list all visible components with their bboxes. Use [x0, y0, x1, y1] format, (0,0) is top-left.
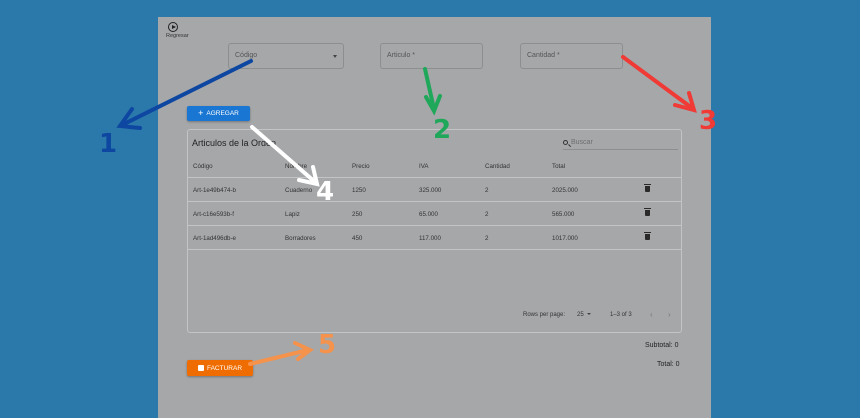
plus-icon: +	[198, 108, 204, 118]
cell-codigo: Art-1e49b474-b	[193, 187, 236, 194]
column-header[interactable]: Precio	[352, 163, 370, 170]
annotation-number-4: 4	[316, 177, 335, 207]
cell-codigo: Art-1ad496db-e	[193, 235, 236, 242]
cell-iva: 117.000	[419, 235, 441, 242]
delete-icon[interactable]	[644, 208, 651, 216]
annotation-number-5: 5	[318, 330, 337, 360]
cell-cantidad: 2	[485, 211, 489, 218]
codigo-label: Código	[235, 52, 258, 59]
table-title: Articulos de la Orden	[192, 138, 277, 148]
dropdown-arrow-icon	[333, 55, 337, 58]
table-row: Art-c16e593b-f Lapiz 250 65.000 2 565.00…	[188, 202, 681, 226]
agregar-label: AGREGAR	[206, 110, 239, 117]
total-text: Total: 0	[657, 361, 680, 368]
bag-icon	[197, 365, 204, 371]
cell-cantidad: 2	[485, 235, 489, 242]
column-header[interactable]: Total	[552, 163, 565, 170]
cell-precio: 450	[352, 235, 363, 242]
cell-nombre: Lapiz	[285, 211, 300, 218]
table-row: Art-1ad496db-e Borradores 450 117.000 2 …	[188, 226, 681, 250]
rows-per-page-label: Rows per page:	[523, 312, 566, 318]
subtotal-text: Subtotal: 0	[645, 342, 679, 349]
cell-iva: 65.000	[419, 211, 438, 218]
articulo-field[interactable]: Articulo *	[380, 43, 483, 69]
cell-nombre: Cuaderno	[285, 187, 313, 194]
cell-nombre: Borradores	[285, 235, 316, 242]
search-placeholder: Buscar	[571, 138, 593, 146]
pagination-range: 1–3 of 3	[610, 312, 632, 318]
column-header[interactable]: IVA	[419, 163, 429, 170]
articulo-label: Articulo *	[387, 52, 416, 59]
cell-total: 1017.000	[552, 235, 578, 242]
table-header: Código Nombre Precio IVA Cantidad Total	[188, 154, 681, 178]
column-header[interactable]: Código	[193, 163, 213, 170]
previous-page-icon[interactable]: ‹	[650, 310, 653, 319]
play-circle-icon	[168, 22, 178, 32]
cell-total: 2025.000	[552, 187, 578, 194]
annotation-number-2: 2	[433, 115, 452, 145]
cell-total: 565.000	[552, 211, 575, 218]
cell-iva: 325.000	[419, 187, 442, 194]
next-page-icon[interactable]: ›	[668, 310, 671, 319]
facturar-button[interactable]: FACTURAR	[187, 360, 253, 376]
cell-precio: 250	[352, 211, 363, 218]
cantidad-field[interactable]: Cantidad *	[520, 43, 623, 69]
rows-per-page-select[interactable]: 25	[577, 312, 591, 318]
column-header[interactable]: Nombre	[285, 163, 307, 170]
cell-precio: 1250	[352, 187, 366, 194]
cell-cantidad: 2	[485, 187, 489, 194]
column-header[interactable]: Cantidad	[485, 163, 510, 170]
search-input[interactable]: Buscar	[563, 135, 678, 150]
codigo-select[interactable]: Código	[228, 43, 344, 69]
search-icon	[563, 139, 568, 145]
agregar-button[interactable]: + AGREGAR	[187, 106, 250, 121]
annotation-number-3: 3	[699, 106, 718, 136]
annotation-number-1: 1	[99, 129, 118, 159]
facturar-label: FACTURAR	[206, 364, 243, 372]
cell-codigo: Art-c16e593b-f	[193, 211, 234, 218]
back-button[interactable]: Regresar	[166, 22, 196, 39]
delete-icon[interactable]	[644, 184, 651, 192]
table-row: Art-1e49b474-b Cuaderno 1250 325.000 2 2…	[188, 178, 681, 202]
delete-icon[interactable]	[644, 232, 651, 240]
order-items-table: Articulos de la Orden Buscar Código Nomb…	[187, 129, 682, 333]
cantidad-label: Cantidad *	[527, 52, 560, 59]
back-label: Regresar	[166, 33, 189, 39]
